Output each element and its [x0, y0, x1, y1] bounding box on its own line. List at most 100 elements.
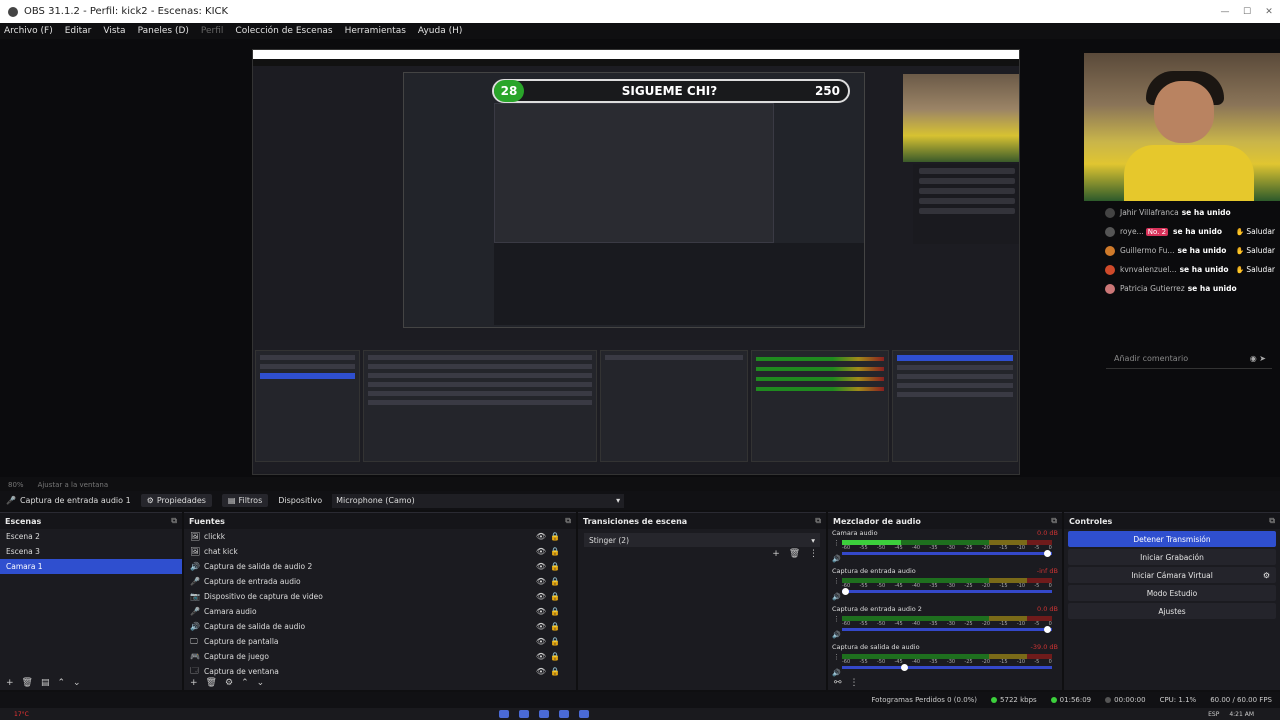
- chat-send-icons[interactable]: ◉ ➤: [1250, 354, 1266, 363]
- more-icon[interactable]: ⋮: [850, 678, 859, 688]
- menu-vista[interactable]: Vista: [103, 26, 125, 36]
- taskbar-app-icon[interactable]: [538, 710, 549, 718]
- source-item[interactable]: 🎤 Camara audio 👁 🔒: [184, 604, 576, 619]
- more-icon[interactable]: ⋮: [833, 653, 840, 661]
- program-canvas[interactable]: 28 SIGUEME CHI? 250: [252, 49, 1020, 475]
- gear-icon[interactable]: ⚙: [225, 678, 233, 688]
- eye-icon[interactable]: 👁: [536, 607, 546, 616]
- link-icon[interactable]: ⚯: [834, 678, 842, 688]
- scene-item[interactable]: Escena 2: [0, 529, 182, 544]
- gear-icon[interactable]: ⚙: [1263, 571, 1270, 580]
- lock-icon[interactable]: 🔒: [550, 607, 560, 616]
- more-icon[interactable]: ⋮: [833, 577, 840, 585]
- up-icon[interactable]: ⌃: [241, 678, 249, 688]
- speaker-icon[interactable]: 🔊: [832, 555, 841, 563]
- more-icon[interactable]: ⋮: [809, 549, 818, 559]
- source-item[interactable]: 🎤 Captura de entrada audio 👁 🔒: [184, 574, 576, 589]
- weather-widget[interactable]: 17°C: [14, 711, 29, 718]
- lock-icon[interactable]: 🔒: [550, 637, 560, 646]
- start-virtual-cam-button[interactable]: Iniciar Cámara Virtual ⚙: [1068, 567, 1276, 583]
- undock-icon[interactable]: ⧉: [565, 516, 571, 526]
- source-item[interactable]: 🔊 Captura de salida de audio 2 👁 🔒: [184, 559, 576, 574]
- eye-icon[interactable]: 👁: [536, 637, 546, 646]
- menu-archivo[interactable]: Archivo (F): [4, 26, 53, 36]
- zoom-level[interactable]: 80%: [8, 481, 24, 489]
- add-icon[interactable]: +: [6, 678, 14, 688]
- scene-item[interactable]: Escena 3: [0, 544, 182, 559]
- transition-select[interactable]: Stinger (2) ▾: [584, 533, 820, 547]
- minimize-button[interactable]: —: [1214, 0, 1236, 23]
- zoom-fit[interactable]: Ajustar a la ventana: [38, 481, 109, 489]
- settings-button[interactable]: Ajustes: [1068, 603, 1276, 619]
- menu-paneles[interactable]: Paneles (D): [138, 26, 189, 36]
- filter-icon[interactable]: ▤: [41, 678, 50, 688]
- eye-icon[interactable]: 👁: [536, 592, 546, 601]
- properties-button[interactable]: ⚙ Propiedades: [140, 494, 212, 507]
- lock-icon[interactable]: 🔒: [550, 547, 560, 556]
- eye-icon[interactable]: 👁: [536, 562, 546, 571]
- volume-slider[interactable]: [842, 664, 1052, 671]
- eye-icon[interactable]: 👁: [536, 532, 546, 541]
- lock-icon[interactable]: 🔒: [550, 622, 560, 631]
- close-button[interactable]: ✕: [1258, 0, 1280, 23]
- up-icon[interactable]: ⌃: [58, 678, 66, 688]
- slider-handle[interactable]: [1043, 550, 1051, 557]
- greet-button[interactable]: Saludar: [1236, 265, 1275, 274]
- source-item[interactable]: 🎮 Captura de juego 👁 🔒: [184, 649, 576, 664]
- scene-item[interactable]: Camara 1: [0, 559, 182, 574]
- trash-icon[interactable]: 🗑: [206, 678, 217, 688]
- lock-icon[interactable]: 🔒: [550, 667, 560, 676]
- menu-editar[interactable]: Editar: [65, 26, 92, 36]
- eye-icon[interactable]: 👁: [536, 547, 546, 556]
- lock-icon[interactable]: 🔒: [550, 562, 560, 571]
- speaker-icon[interactable]: 🔊: [832, 631, 841, 639]
- menu-herramientas[interactable]: Herramientas: [345, 26, 406, 36]
- greet-button[interactable]: Saludar: [1236, 227, 1275, 236]
- source-item[interactable]: 🖼 clickk 👁 🔒: [184, 529, 576, 544]
- lock-icon[interactable]: 🔒: [550, 652, 560, 661]
- add-icon[interactable]: +: [772, 549, 780, 559]
- lock-icon[interactable]: 🔒: [550, 532, 560, 541]
- eye-icon[interactable]: 👁: [536, 577, 546, 586]
- filters-button[interactable]: ▤ Filtros: [221, 494, 269, 507]
- lock-icon[interactable]: 🔒: [550, 577, 560, 586]
- lock-icon[interactable]: 🔒: [550, 592, 560, 601]
- slider-handle[interactable]: [901, 664, 908, 671]
- volume-slider[interactable]: [842, 588, 1052, 595]
- windows-start-icon[interactable]: [498, 710, 509, 718]
- menu-ayuda[interactable]: Ayuda (H): [418, 26, 462, 36]
- search-icon[interactable]: [518, 710, 529, 718]
- volume-slider[interactable]: [842, 550, 1052, 557]
- eye-icon[interactable]: 👁: [536, 652, 546, 661]
- source-item[interactable]: 🔊 Captura de salida de audio 👁 🔒: [184, 619, 576, 634]
- undock-icon[interactable]: ⧉: [171, 516, 177, 526]
- source-item[interactable]: 🖵 Captura de pantalla 👁 🔒: [184, 634, 576, 649]
- more-icon[interactable]: ⋮: [833, 539, 840, 547]
- studio-mode-button[interactable]: Modo Estudio: [1068, 585, 1276, 601]
- more-icon[interactable]: ⋮: [833, 615, 840, 623]
- device-select[interactable]: Microphone (Camo) ▾: [332, 493, 625, 508]
- eye-icon[interactable]: 👁: [536, 622, 546, 631]
- undock-icon[interactable]: ⧉: [1051, 516, 1057, 526]
- preview-area[interactable]: 28 SIGUEME CHI? 250 Jahir Villafranca se …: [0, 39, 1280, 477]
- taskbar-app-icon[interactable]: [558, 710, 569, 718]
- undock-icon[interactable]: ⧉: [815, 516, 821, 526]
- stop-stream-button[interactable]: Detener Transmisión: [1068, 531, 1276, 547]
- down-icon[interactable]: ⌄: [257, 678, 265, 688]
- trash-icon[interactable]: 🗑: [789, 549, 800, 559]
- add-icon[interactable]: +: [190, 678, 198, 688]
- menu-coleccion[interactable]: Colección de Escenas: [235, 26, 332, 36]
- maximize-button[interactable]: ☐: [1236, 0, 1258, 23]
- trash-icon[interactable]: 🗑: [22, 678, 33, 688]
- taskbar-app-icon[interactable]: [578, 710, 589, 718]
- greet-button[interactable]: Saludar: [1236, 246, 1275, 255]
- chat-comment-input[interactable]: Añadir comentario ◉ ➤: [1106, 349, 1272, 369]
- undock-icon[interactable]: ⧉: [1269, 516, 1275, 526]
- source-item[interactable]: 📷 Dispositivo de captura de video 👁 🔒: [184, 589, 576, 604]
- slider-handle[interactable]: [842, 588, 850, 595]
- menu-perfil[interactable]: Perfil: [201, 26, 224, 36]
- volume-slider[interactable]: [842, 626, 1052, 633]
- source-item[interactable]: 🖼 chat kick 👁 🔒: [184, 544, 576, 559]
- start-recording-button[interactable]: Iniciar Grabación: [1068, 549, 1276, 565]
- slider-handle[interactable]: [1043, 626, 1051, 633]
